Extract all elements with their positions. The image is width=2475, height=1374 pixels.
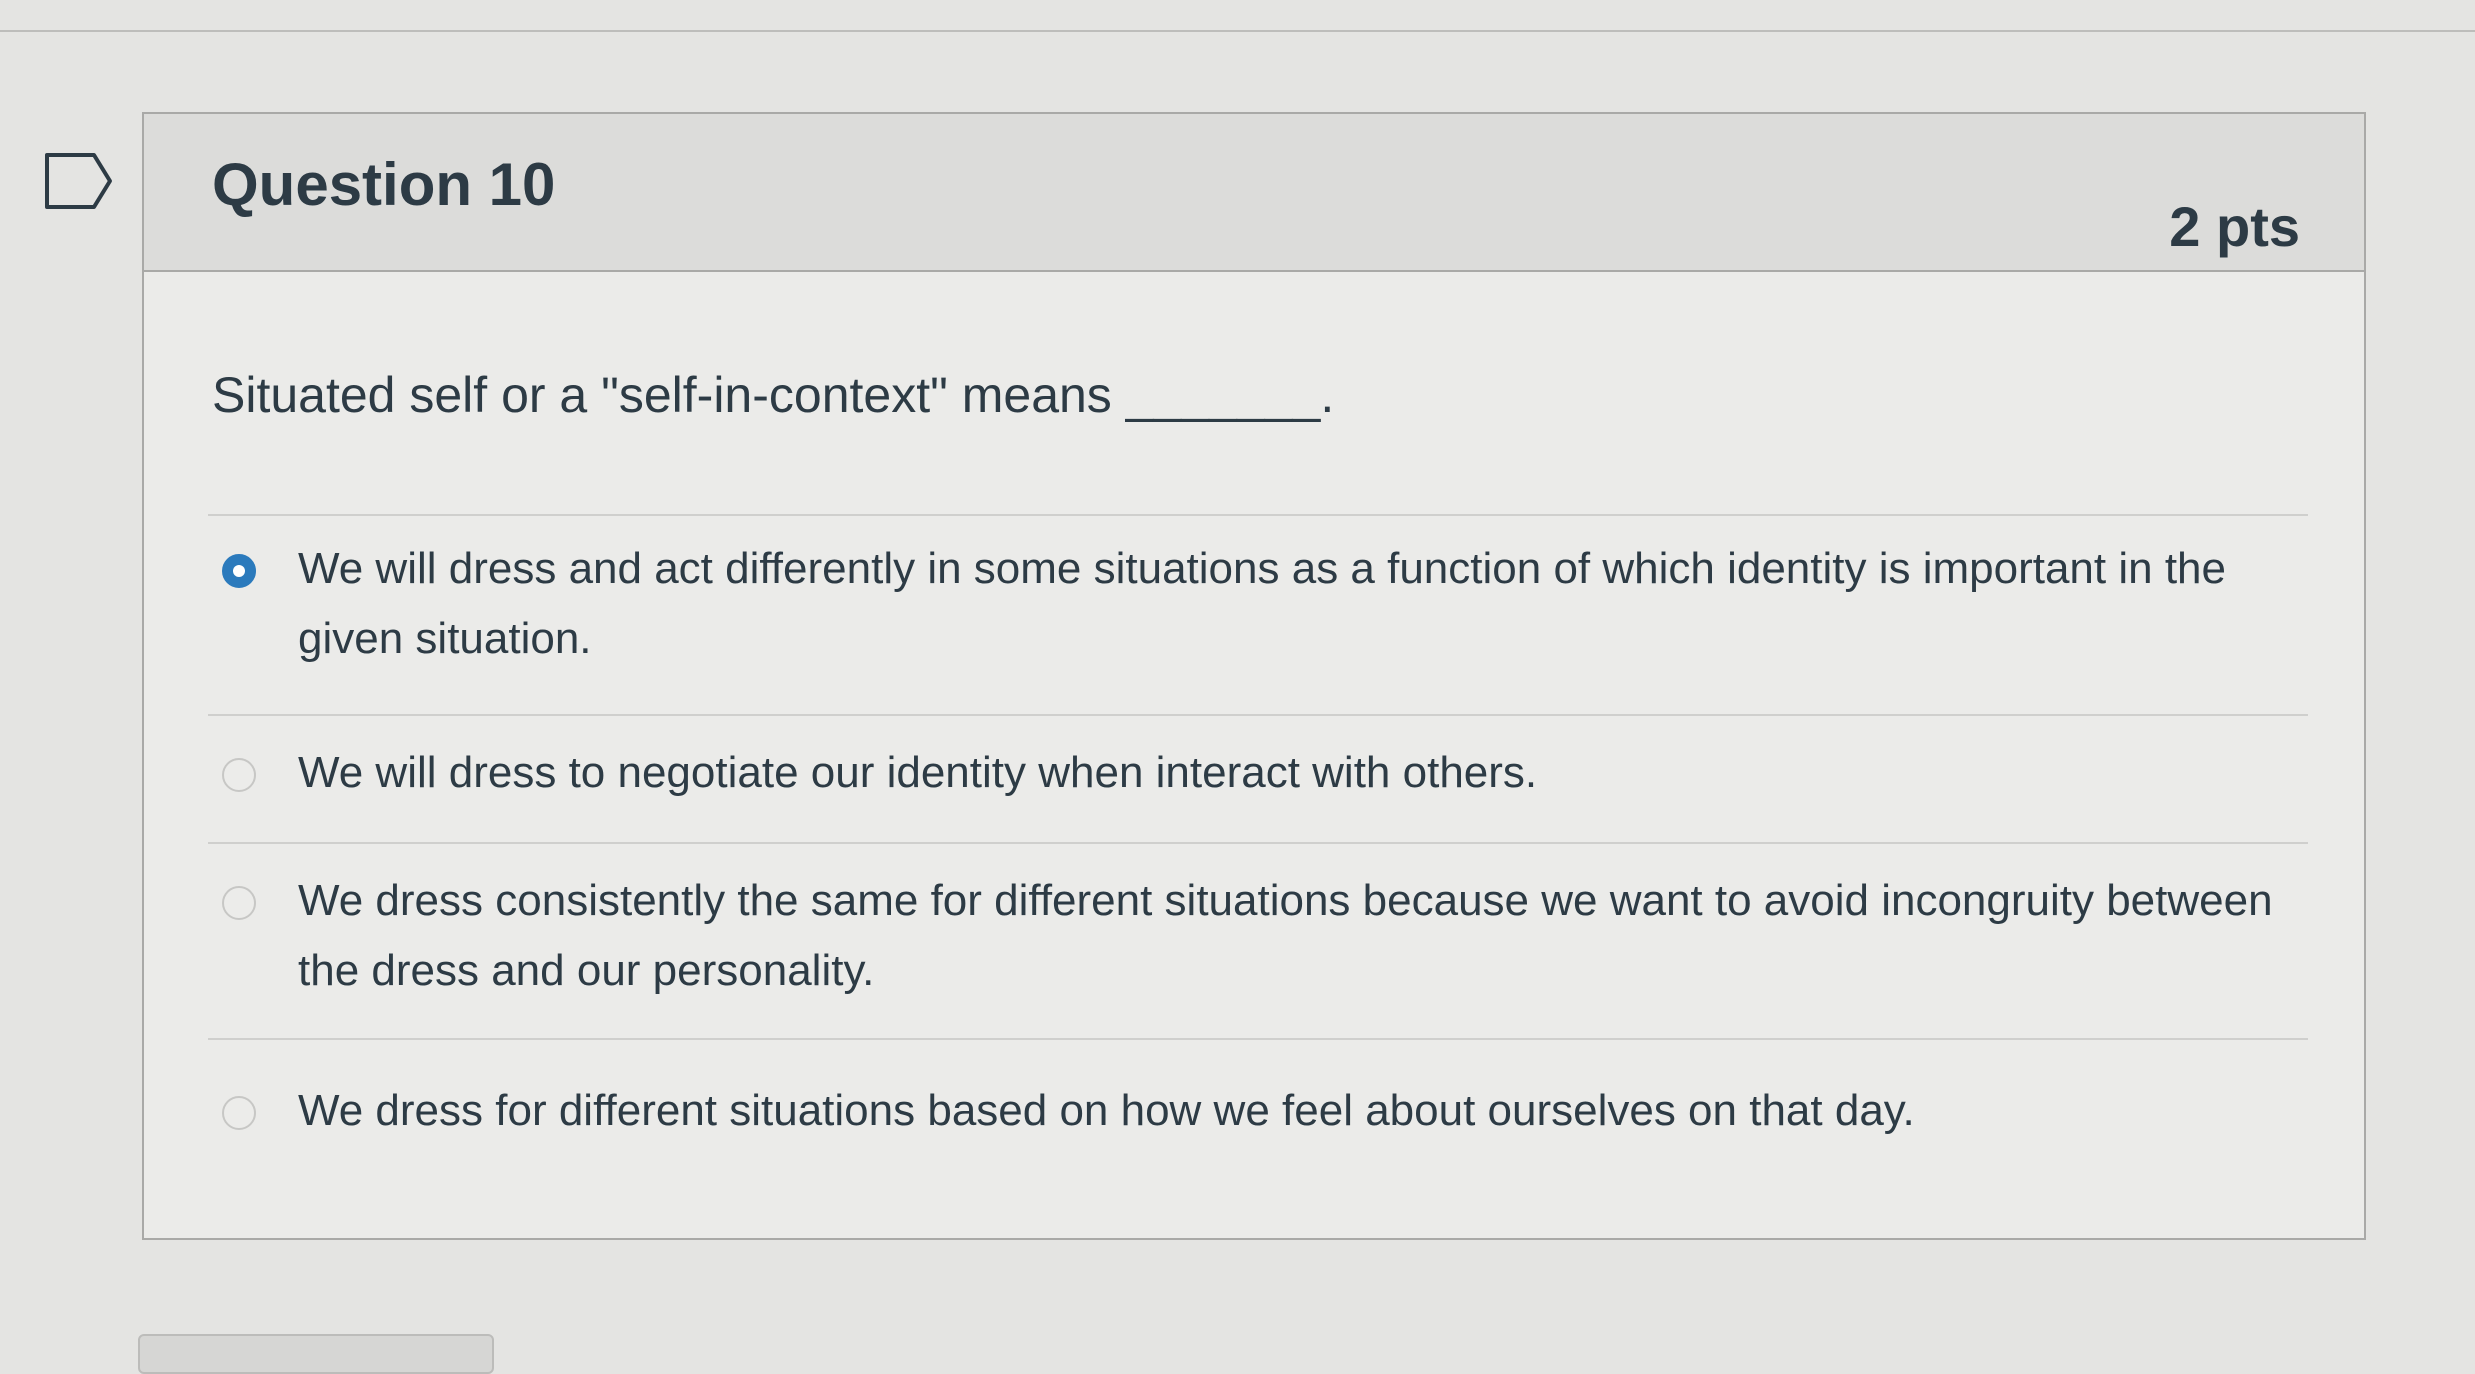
answer-option-4[interactable]: We dress for different situations based …: [208, 1038, 2308, 1188]
answer-label[interactable]: We will dress to negotiate our identity …: [298, 738, 2298, 808]
question-text: Situated self or a "self-in-context" mea…: [212, 367, 1335, 423]
answer-option-2[interactable]: We will dress to negotiate our identity …: [208, 714, 2308, 842]
question-points: 2 pts: [2169, 195, 2300, 258]
next-question-button[interactable]: [138, 1334, 494, 1374]
question-header: Question 10 2 pts: [144, 114, 2364, 272]
radio-unselected[interactable]: [222, 758, 256, 792]
radio-unselected[interactable]: [222, 886, 256, 920]
answer-list: We will dress and act differently in som…: [208, 514, 2308, 1188]
bookmark-flag-icon[interactable]: [44, 152, 114, 210]
answer-label[interactable]: We dress for different situations based …: [298, 1076, 2298, 1146]
top-divider: [0, 30, 2475, 32]
question-card: Question 10 2 pts Situated self or a "se…: [142, 112, 2366, 1240]
question-title: Question 10: [212, 151, 556, 218]
radio-unselected[interactable]: [222, 1096, 256, 1130]
answer-option-3[interactable]: We dress consistently the same for diffe…: [208, 842, 2308, 1038]
answer-label[interactable]: We dress consistently the same for diffe…: [298, 866, 2298, 1006]
radio-selected[interactable]: [222, 554, 256, 588]
answer-option-1[interactable]: We will dress and act differently in som…: [208, 514, 2308, 714]
answer-label[interactable]: We will dress and act differently in som…: [298, 534, 2298, 674]
